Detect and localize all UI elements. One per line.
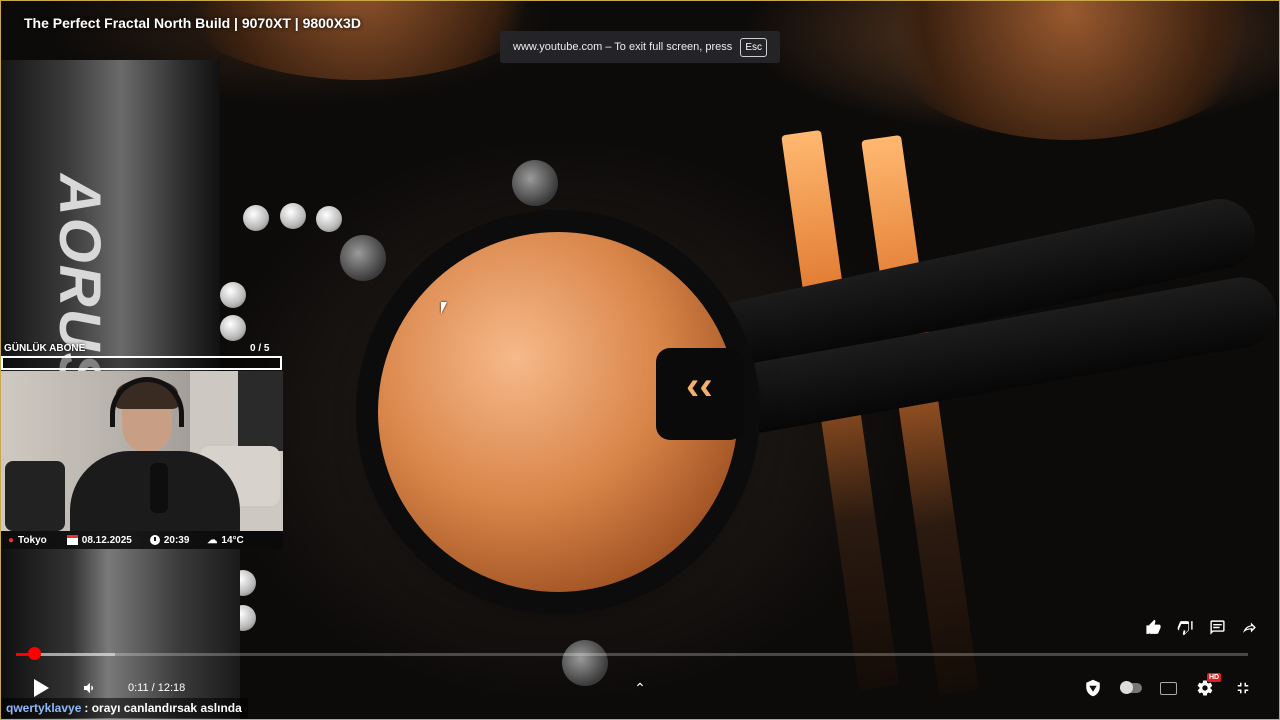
microphone — [150, 463, 168, 513]
time-info: 20:39 — [149, 534, 190, 546]
temperature-text: 14°C — [221, 534, 244, 546]
exit-fullscreen-icon[interactable] — [1230, 676, 1256, 700]
captions-box — [1159, 681, 1177, 695]
esc-key-badge: Esc — [740, 37, 767, 57]
capacitor — [220, 315, 246, 341]
standoff-screw — [562, 640, 608, 686]
volume-icon — [84, 682, 93, 694]
video-actions — [1144, 618, 1259, 637]
autoplay-switch — [1120, 681, 1142, 694]
capacitor — [316, 206, 342, 232]
location-text: Tokyo — [18, 534, 47, 546]
progress-bar[interactable] — [16, 653, 1248, 656]
clock-icon — [149, 535, 160, 545]
play-button[interactable] — [27, 676, 55, 700]
date-text: 08.12.2025 — [81, 534, 132, 546]
thumb-down-icon[interactable] — [1176, 618, 1195, 637]
fullscreen-notice-text: www.youtube.com – To exit full screen, p… — [513, 41, 733, 53]
webcam-chair — [5, 461, 65, 531]
fullscreen-notice: www.youtube.com – To exit full screen, p… — [500, 31, 780, 63]
webcam-overlay — [0, 371, 283, 531]
comment-icon[interactable] — [1208, 618, 1227, 637]
chevron-up-icon[interactable]: ⌃ — [628, 676, 652, 700]
goal-count: 0 / 5 — [250, 343, 270, 354]
play-icon — [33, 679, 49, 697]
shield-icon[interactable] — [1080, 676, 1106, 700]
location-pin-icon: ● — [8, 534, 15, 546]
standoff-screw — [512, 160, 558, 206]
share-icon[interactable] — [1240, 618, 1259, 637]
goal-progress-bar — [1, 356, 282, 370]
thumb-up-icon[interactable] — [1144, 618, 1163, 637]
autoplay-toggle[interactable] — [1118, 676, 1144, 700]
mute-button[interactable] — [78, 676, 102, 700]
chat-message: : orayı canlandırsak aslında — [84, 701, 242, 715]
mouse-cursor-icon — [441, 302, 447, 314]
chat-username: qwertyklavye — [6, 701, 82, 715]
goal-label: GÜNLÜK ABONE — [4, 343, 86, 354]
capacitor — [280, 203, 306, 229]
chat-ticker: qwertyklavye : orayı canlandırsak aslınd… — [0, 698, 248, 718]
hd-badge: HD — [1207, 673, 1222, 682]
capacitor — [220, 282, 246, 308]
standoff-screw — [340, 235, 386, 281]
weather-info: ☁ 14°C — [207, 535, 243, 546]
date-info: 08.12.2025 — [66, 534, 132, 546]
video-title[interactable]: The Perfect Fractal North Build | 9070XT… — [24, 15, 361, 31]
time-text: 20:39 — [163, 534, 190, 546]
captions-icon[interactable] — [1155, 676, 1181, 700]
location-info: ● Tokyo — [8, 535, 47, 546]
time-display: 0:11 / 12:18 — [128, 682, 186, 694]
calendar-icon — [66, 535, 78, 545]
fan-glow — [860, 0, 1280, 140]
webcam-door — [238, 371, 283, 451]
webcam-info-bar: ● Tokyo 08.12.2025 20:39 ☁ 14°C — [0, 531, 283, 549]
weather-icon: ☁ — [207, 534, 218, 546]
fractal-logo-icon: ‹‹ — [686, 364, 713, 408]
capacitor — [243, 205, 269, 231]
